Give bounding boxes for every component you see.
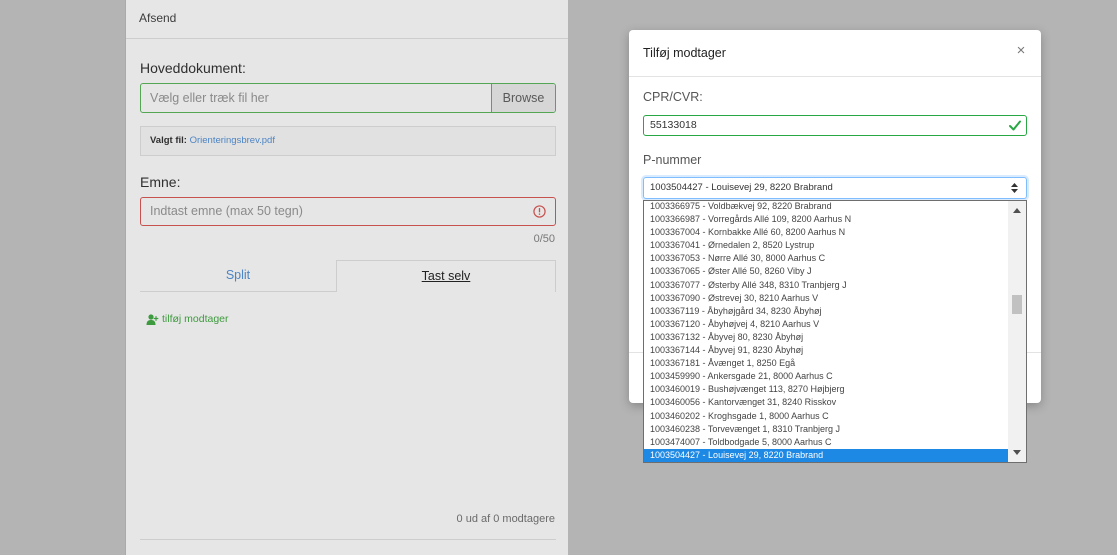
tab-tast-selv[interactable]: Tast selv bbox=[336, 260, 556, 292]
user-plus-icon bbox=[146, 313, 159, 325]
p-number-option[interactable]: 1003367077 - Østerby Allé 348, 8310 Tran… bbox=[644, 279, 1008, 292]
check-icon bbox=[1009, 120, 1021, 131]
app-window: Afsend Hoveddokument: Vælg eller træk fi… bbox=[0, 0, 1117, 555]
browse-button[interactable]: Browse bbox=[491, 84, 555, 112]
file-input[interactable]: Vælg eller træk fil her Browse bbox=[140, 83, 556, 113]
subject-label: Emne: bbox=[140, 174, 181, 190]
p-number-option[interactable]: 1003367065 - Øster Allé 50, 8260 Viby J bbox=[644, 265, 1008, 278]
sort-icon bbox=[1011, 183, 1018, 193]
selected-file-box: Valgt fil: Orienteringsbrev.pdf bbox=[140, 126, 556, 156]
dropdown-scrollbar[interactable] bbox=[1008, 201, 1026, 462]
p-number-option[interactable]: 1003460202 - Kroghsgade 1, 8000 Aarhus C bbox=[644, 410, 1008, 423]
tab-split-label[interactable]: Split bbox=[226, 268, 250, 282]
p-number-options: 1003366975 - Voldbækvej 92, 8220 Brabran… bbox=[644, 201, 1008, 462]
modal-header-divider bbox=[629, 76, 1041, 77]
header-divider bbox=[126, 38, 568, 39]
add-recipient-link[interactable]: tilføj modtager bbox=[146, 313, 229, 325]
scroll-down-arrow-icon[interactable] bbox=[1013, 450, 1021, 455]
cpr-value[interactable]: 55133018 bbox=[650, 116, 697, 135]
p-number-option-highlighted[interactable]: 1003504427 - Louisevej 29, 8220 Brabrand bbox=[644, 448, 1008, 462]
tab-tast-selv-label[interactable]: Tast selv bbox=[422, 269, 471, 283]
recipient-count: 0 ud af 0 modtagere bbox=[456, 513, 555, 525]
cpr-input[interactable]: 55133018 bbox=[643, 115, 1027, 136]
p-number-option[interactable]: 1003367132 - Åbyvej 80, 8230 Åbyhøj bbox=[644, 331, 1008, 344]
p-number-option[interactable]: 1003474007 - Toldbodgade 5, 8000 Aarhus … bbox=[644, 436, 1008, 449]
p-number-option[interactable]: 1003367004 - Kornbakke Allé 60, 8200 Aar… bbox=[644, 226, 1008, 239]
selected-file-label: Valgt fil: bbox=[150, 135, 187, 146]
p-number-dropdown-list[interactable]: 1003366975 - Voldbækvej 92, 8220 Brabran… bbox=[643, 200, 1027, 463]
tab-afsend[interactable]: Afsend bbox=[139, 11, 176, 25]
p-number-option[interactable]: 1003367119 - Åbyhøjgård 34, 8230 Åbyhøj bbox=[644, 305, 1008, 318]
p-number-option[interactable]: 1003367041 - Ørnedalen 2, 8520 Lystrup bbox=[644, 239, 1008, 252]
modal-title: Tilføj modtager bbox=[643, 46, 726, 60]
p-number-option[interactable]: 1003367144 - Åbyvej 91, 8230 Åbyhøj bbox=[644, 344, 1008, 357]
send-panel: Afsend Hoveddokument: Vælg eller træk fi… bbox=[125, 0, 568, 555]
exclamation-circle-icon bbox=[533, 205, 546, 218]
cpr-label: CPR/CVR: bbox=[643, 90, 703, 104]
p-number-option[interactable]: 1003460238 - Torvevænget 1, 8310 Tranbje… bbox=[644, 423, 1008, 436]
scroll-up-arrow-icon[interactable] bbox=[1013, 208, 1021, 213]
subject-placeholder[interactable]: Indtast emne (max 50 tegn) bbox=[150, 198, 303, 225]
p-number-option[interactable]: 1003367053 - Nørre Allé 30, 8000 Aarhus … bbox=[644, 252, 1008, 265]
p-number-selected-value[interactable]: 1003504427 - Louisevej 29, 8220 Brabrand bbox=[650, 178, 833, 198]
subject-input[interactable]: Indtast emne (max 50 tegn) bbox=[140, 197, 556, 226]
p-number-option[interactable]: 1003460019 - Bushøjvænget 113, 8270 Højb… bbox=[644, 383, 1008, 396]
p-number-label: P-nummer bbox=[643, 153, 702, 167]
p-number-option[interactable]: 1003367120 - Åbyhøjvej 4, 8210 Aarhus V bbox=[644, 318, 1008, 331]
modal-close-button[interactable]: × bbox=[1014, 43, 1028, 59]
p-number-option[interactable]: 1003460056 - Kantorvænget 31, 8240 Rissk… bbox=[644, 396, 1008, 409]
file-input-placeholder[interactable]: Vælg eller træk fil her bbox=[141, 84, 491, 112]
subject-char-counter: 0/50 bbox=[533, 233, 555, 245]
scrollbar-thumb[interactable] bbox=[1012, 295, 1022, 314]
selected-file-link[interactable]: Orienteringsbrev.pdf bbox=[190, 135, 275, 146]
p-number-option[interactable]: 1003367090 - Østrevej 30, 8210 Aarhus V bbox=[644, 292, 1008, 305]
p-number-select[interactable]: 1003504427 - Louisevej 29, 8220 Brabrand bbox=[643, 177, 1027, 199]
p-number-option[interactable]: 1003366975 - Voldbækvej 92, 8220 Brabran… bbox=[644, 201, 1008, 213]
bottom-divider bbox=[140, 539, 556, 540]
p-number-option[interactable]: 1003367181 - Åvænget 1, 8250 Egå bbox=[644, 357, 1008, 370]
main-document-label: Hoveddokument: bbox=[140, 60, 246, 76]
p-number-option[interactable]: 1003459990 - Ankersgade 21, 8000 Aarhus … bbox=[644, 370, 1008, 383]
p-number-option[interactable]: 1003366987 - Vorregårds Allé 109, 8200 A… bbox=[644, 213, 1008, 226]
add-recipient-label[interactable]: tilføj modtager bbox=[162, 313, 229, 325]
tab-split[interactable]: Split bbox=[140, 260, 336, 292]
